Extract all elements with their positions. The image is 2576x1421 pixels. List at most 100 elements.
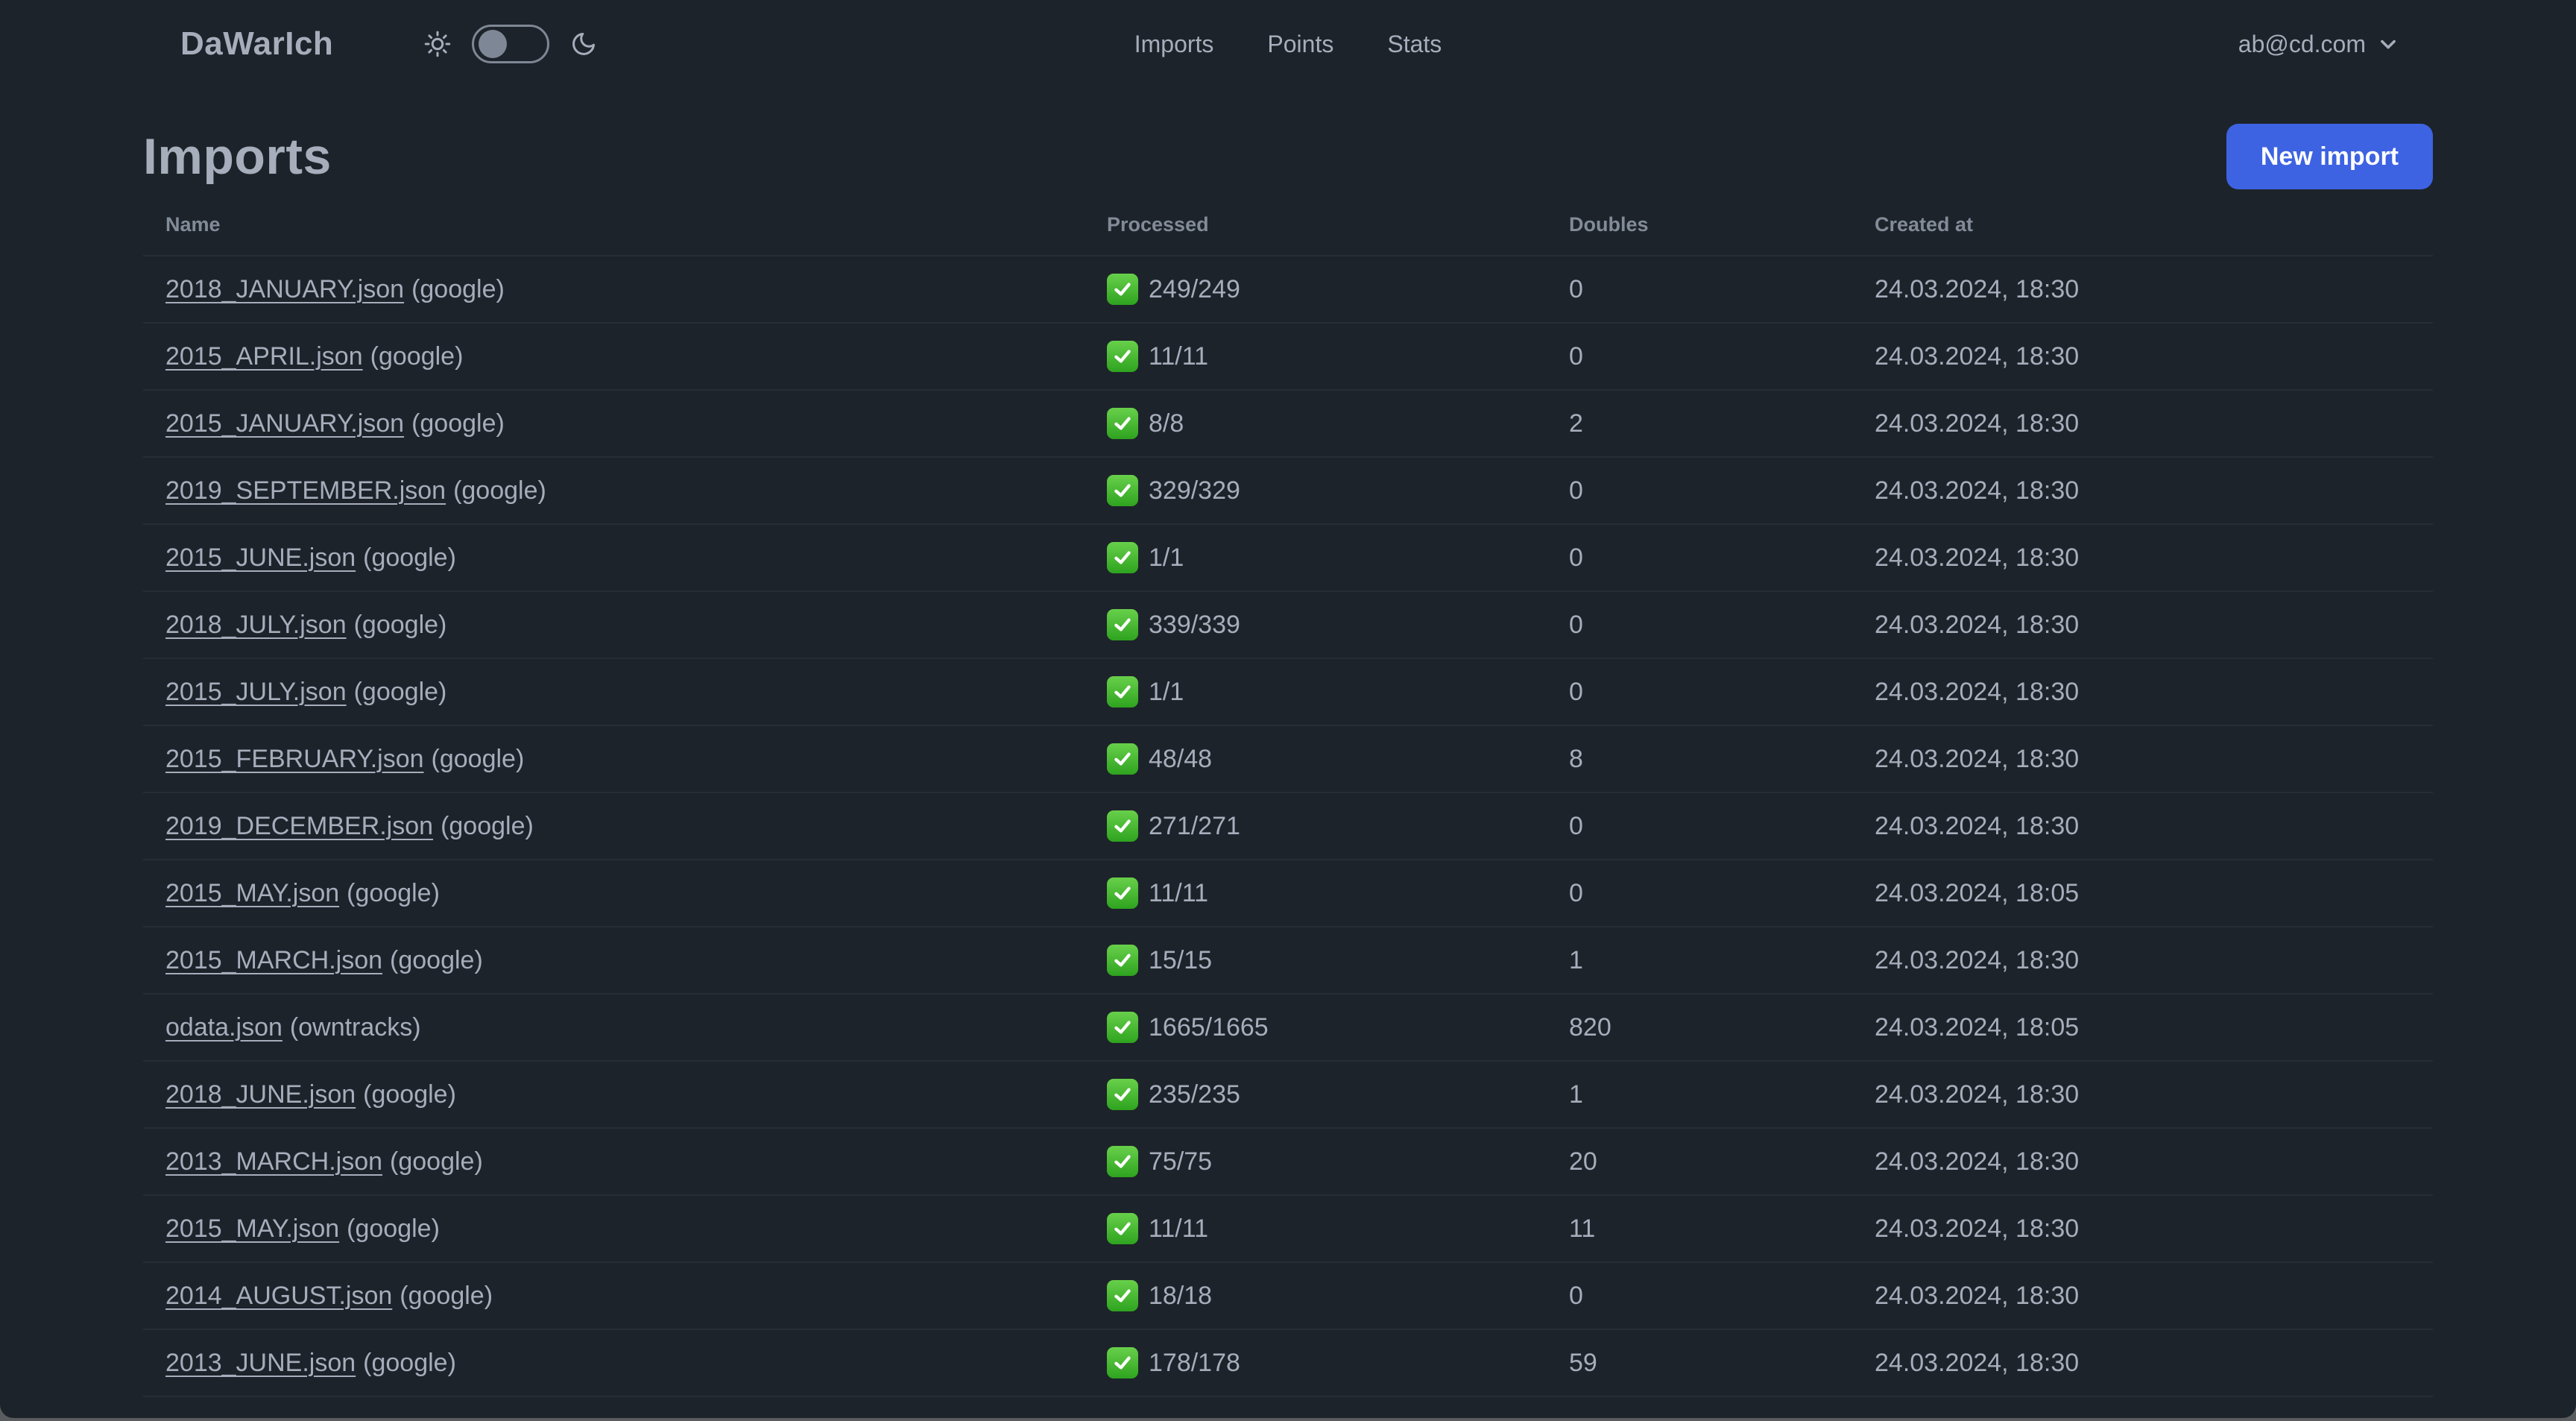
name-cell: 2014_AUGUST.json (google) <box>165 1282 1107 1311</box>
doubles-count: 0 <box>1569 341 1583 371</box>
import-file-link[interactable]: 2015_MAY.json <box>165 1214 339 1244</box>
check-icon <box>1107 1079 1138 1110</box>
import-file-link[interactable]: 2019_DECEMBER.json <box>165 812 433 841</box>
import-file-link[interactable]: 2018_JULY.json <box>165 611 347 640</box>
name-cell: odata.json (owntracks) <box>165 1013 1107 1042</box>
app-logo[interactable]: DaWarIch <box>180 25 333 63</box>
table-row: 2019_DECEMBER.json (google) 271/271 0 24… <box>143 793 2433 860</box>
check-icon <box>1107 341 1138 372</box>
import-file-link[interactable]: 2019_SEPTEMBER.json <box>165 476 446 505</box>
name-cell: 2019_DECEMBER.json (google) <box>165 812 1107 841</box>
import-source-label: (google) <box>353 677 447 706</box>
table-row: 2015_FEBRUARY.json (google) 48/48 8 24.0… <box>143 726 2433 793</box>
created-at: 24.03.2024, 18:05 <box>1875 1012 2080 1042</box>
theme-switch[interactable] <box>472 25 550 63</box>
processed-count: 1/1 <box>1149 543 1184 572</box>
created-at: 24.03.2024, 18:30 <box>1875 543 2080 572</box>
processed-cell: 75/75 <box>1107 1146 1569 1177</box>
import-source-label: (google) <box>353 610 447 639</box>
processed-cell: 1665/1665 <box>1107 1012 1569 1043</box>
created-at: 24.03.2024, 18:05 <box>1875 878 2080 907</box>
name-cell: 2013_JUNE.json (google) <box>165 1349 1107 1378</box>
import-file-link[interactable]: 2015_JULY.json <box>165 678 347 707</box>
name-cell: 2015_JANUARY.json (google) <box>165 409 1107 438</box>
created-at: 24.03.2024, 18:30 <box>1875 409 2080 438</box>
processed-cell: 11/11 <box>1107 878 1569 909</box>
processed-count: 11/11 <box>1149 1214 1209 1243</box>
import-file-link[interactable]: 2015_MARCH.json <box>165 946 382 975</box>
doubles-count: 0 <box>1569 878 1583 907</box>
import-file-link[interactable]: 2014_AUGUST.json <box>165 1282 392 1311</box>
processed-count: 18/18 <box>1149 1281 1213 1310</box>
import-source-label: (google) <box>363 1348 456 1377</box>
import-source-label: (google) <box>411 274 505 303</box>
import-file-link[interactable]: 2015_FEBRUARY.json <box>165 745 424 774</box>
theme-toggle[interactable] <box>424 25 597 63</box>
check-icon <box>1107 408 1138 439</box>
table-row: 2019_SEPTEMBER.json (google) 329/329 0 2… <box>143 458 2433 525</box>
table-row: 2015_MAY.json (google) 11/11 11 24.03.20… <box>143 1196 2433 1263</box>
theme-switch-knob <box>479 30 508 58</box>
check-icon <box>1107 945 1138 976</box>
name-cell: 2015_MAY.json (google) <box>165 879 1107 908</box>
column-header-doubles: Doubles <box>1569 212 1649 236</box>
created-at: 24.03.2024, 18:30 <box>1875 744 2080 773</box>
import-file-link[interactable]: 2015_APRIL.json <box>165 342 363 371</box>
import-source-label: (google) <box>363 543 456 572</box>
new-import-button[interactable]: New import <box>2226 124 2433 189</box>
import-file-link[interactable]: 2015_MAY.json <box>165 879 339 908</box>
import-file-link[interactable]: odata.json <box>165 1013 282 1042</box>
import-file-link[interactable]: 2013_JUNE.json <box>165 1349 356 1378</box>
name-cell: 2015_JULY.json (google) <box>165 678 1107 707</box>
topbar: DaWarIch Imports Points Stats ab@cd.com <box>0 0 2576 88</box>
moon-icon <box>570 31 597 57</box>
import-source-label: (google) <box>453 476 546 505</box>
check-icon <box>1107 1347 1138 1379</box>
table-row: 2018_JUNE.json (google) 235/235 1 24.03.… <box>143 1062 2433 1129</box>
import-source-label: (google) <box>411 409 505 438</box>
processed-count: 48/48 <box>1149 744 1213 773</box>
created-at: 24.03.2024, 18:30 <box>1875 1214 2080 1243</box>
check-icon <box>1107 475 1138 506</box>
doubles-count: 2 <box>1569 409 1583 438</box>
nav-link-stats[interactable]: Stats <box>1387 31 1442 58</box>
processed-count: 235/235 <box>1149 1080 1240 1109</box>
account-menu[interactable]: ab@cd.com <box>2238 31 2399 58</box>
import-source-label: (google) <box>347 1214 440 1243</box>
processed-cell: 1/1 <box>1107 676 1569 708</box>
import-file-link[interactable]: 2013_MARCH.json <box>165 1147 382 1176</box>
import-source-label: (google) <box>441 811 534 840</box>
import-source-label: (google) <box>400 1281 493 1310</box>
table-row: odata.json (owntracks) 1665/1665 820 24.… <box>143 995 2433 1062</box>
sun-icon <box>424 31 451 57</box>
app-window: DaWarIch Imports Points Stats ab@cd.com … <box>0 0 2576 1418</box>
created-at: 24.03.2024, 18:30 <box>1875 476 2080 505</box>
processed-count: 339/339 <box>1149 610 1240 639</box>
import-file-link[interactable]: 2018_JUNE.json <box>165 1080 356 1109</box>
import-source-label: (google) <box>431 744 525 773</box>
processed-count: 1/1 <box>1149 677 1184 706</box>
nav-link-imports[interactable]: Imports <box>1134 31 1214 58</box>
import-file-link[interactable]: 2015_JANUARY.json <box>165 409 404 438</box>
imports-table: Name Processed Doubles Created at 2018_J… <box>143 194 2433 1418</box>
import-file-link[interactable]: 2018_JANUARY.json <box>165 275 404 304</box>
processed-count: 178/178 <box>1149 1348 1240 1377</box>
doubles-count: 1 <box>1569 1080 1583 1109</box>
processed-cell: 271/271 <box>1107 810 1569 842</box>
processed-count: 11/11 <box>1149 341 1209 371</box>
created-at: 24.03.2024, 18:30 <box>1875 274 2080 303</box>
import-source-label: (owntracks) <box>289 1012 421 1042</box>
processed-count: 75/75 <box>1149 1147 1213 1176</box>
table-row: 2013_MARCH.json (google) 75/75 20 24.03.… <box>143 1129 2433 1196</box>
check-icon <box>1107 1280 1138 1311</box>
name-cell: 2018_JUNE.json (google) <box>165 1080 1107 1109</box>
doubles-count: 0 <box>1569 811 1583 840</box>
check-icon <box>1107 609 1138 640</box>
import-source-label: (google) <box>347 878 440 907</box>
chevron-down-icon <box>2378 34 2399 54</box>
processed-cell: 15/15 <box>1107 945 1569 976</box>
import-file-link[interactable]: 2015_JUNE.json <box>165 543 356 573</box>
created-at: 24.03.2024, 18:30 <box>1875 811 2080 840</box>
nav-link-points[interactable]: Points <box>1267 31 1333 58</box>
doubles-count: 20 <box>1569 1147 1597 1176</box>
